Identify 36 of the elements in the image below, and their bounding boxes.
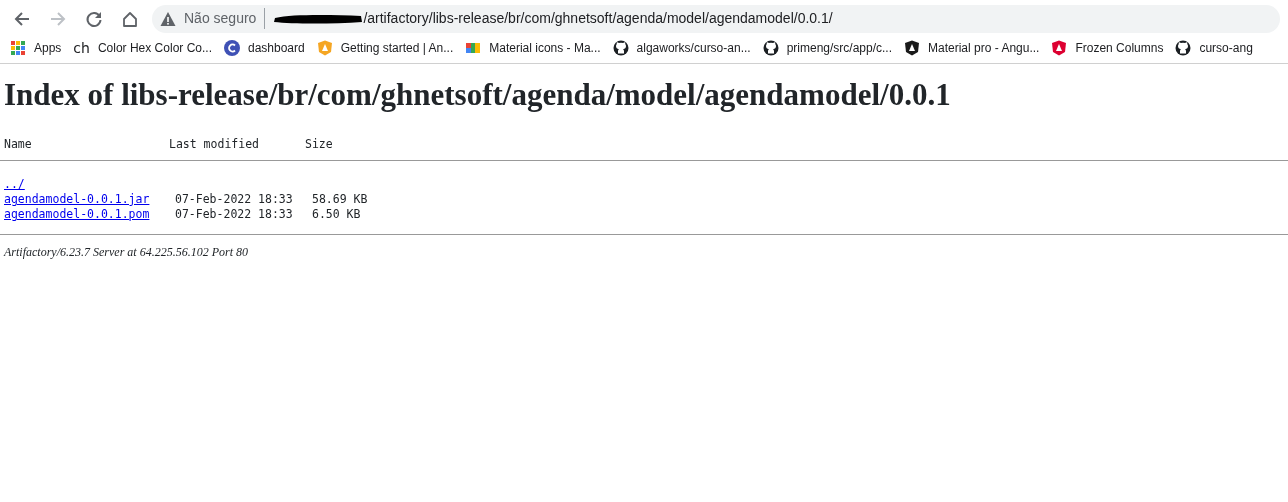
security-label: Não seguro (184, 9, 257, 28)
tiles-icon (465, 40, 482, 56)
column-header: Last modified (169, 137, 260, 153)
file-size: 6.50 KB (312, 207, 361, 222)
file-link[interactable]: agendamodel-0.0.1.jar (4, 192, 150, 207)
bookmark[interactable]: dashboard (218, 36, 311, 60)
apps-grid-icon (10, 40, 26, 56)
bookmark[interactable]: curso-ang (1169, 36, 1259, 60)
github-icon (1175, 40, 1192, 56)
github-icon (762, 40, 779, 56)
url-text: /artifactory/libs-release/br/com/ghnetsoft/agenda/model/agendamodel/0.0.1/ (363, 9, 833, 28)
page-heading: Index of libs-release/br/com/ghnetsoft/agenda/model/agendamodel/0.0.1 (4, 76, 952, 114)
bookmark[interactable]: Apps (4, 36, 68, 60)
bookmark[interactable]: Getting started | An... (310, 36, 460, 60)
warning-icon (160, 10, 176, 27)
modified-date: 07-Feb-2022 18:33 (175, 192, 294, 208)
column-header: Size (305, 137, 333, 152)
back-arrow-icon (13, 9, 31, 28)
bookmark[interactable]: ch Color Hex Color Co... (67, 36, 218, 60)
favicon-letters: ch (73, 40, 90, 56)
bookmark[interactable]: Material pro - Angu... (898, 36, 1046, 60)
home-icon (121, 9, 139, 28)
server-signature: Artifactory/6.23.7 Server at 64.225.56.102 Port 80 (4, 244, 249, 262)
reload-icon (85, 9, 103, 28)
bookmark[interactable]: primeng/src/app/c... (756, 36, 898, 60)
file-size: 58.69 KB (312, 192, 368, 207)
bookmark[interactable]: algaworks/curso-an... (606, 36, 757, 60)
column-header: Name (4, 137, 33, 153)
address-bar[interactable]: Não seguro /artifactory/libs-release/br/com/ghnetsoft/agenda/model/agendamodel/0.0.1/ (152, 4, 1280, 33)
modified-date: 07-Feb-2022 18:33 (175, 207, 294, 223)
forward-arrow-icon (49, 9, 67, 28)
bookmark[interactable]: Material icons - Ma... (459, 36, 607, 60)
bookmark[interactable]: Frozen Columns (1045, 36, 1170, 60)
file-link[interactable]: ../ (4, 177, 25, 192)
file-link[interactable]: agendamodel-0.0.1.pom (4, 207, 150, 222)
github-icon (612, 40, 629, 56)
